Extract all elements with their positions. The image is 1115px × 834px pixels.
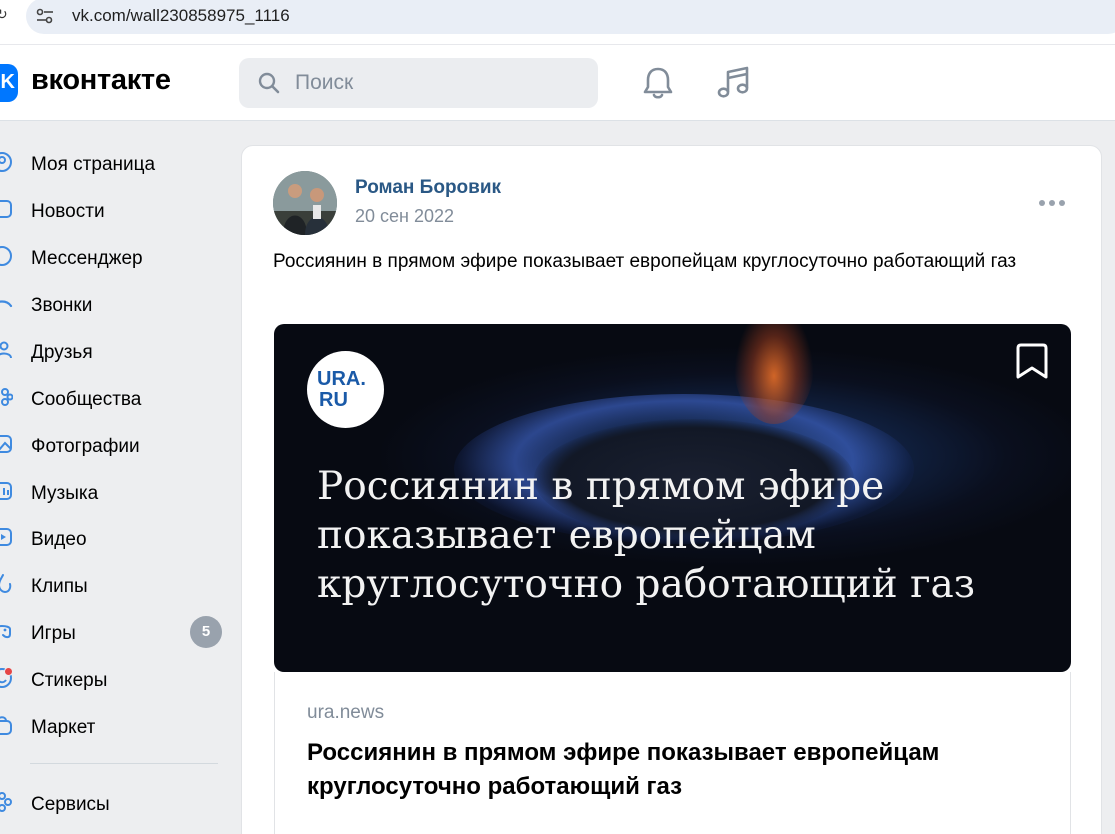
- sidebar-item-games[interactable]: Игры 5: [0, 612, 230, 648]
- services-icon: [0, 792, 12, 812]
- link-preview[interactable]: ura.news Россиянин в прямом эфире показы…: [274, 672, 1071, 834]
- browser-address-bar: ↻ vk.com/wall230858975_1116: [0, 0, 1115, 44]
- ura-ru-logo: URA. RU: [307, 351, 384, 428]
- sidebar-item-clips[interactable]: Клипы: [0, 565, 230, 601]
- sidebar-divider: [30, 763, 218, 764]
- clips-icon: [0, 574, 12, 594]
- message-icon: [0, 246, 12, 266]
- sidebar-item-label: Друзья: [31, 342, 93, 363]
- bookmark-icon[interactable]: [1015, 341, 1049, 381]
- search-icon: [258, 72, 280, 94]
- vk-logo-text[interactable]: вконтакте: [31, 64, 171, 97]
- sidebar-item-music[interactable]: Музыка: [0, 472, 230, 508]
- sidebar-item-label: Клипы: [31, 576, 88, 597]
- sidebar-item-label: Моя страница: [31, 154, 156, 175]
- market-icon: [0, 716, 12, 735]
- post-author-name[interactable]: Роман Боровик: [355, 177, 501, 199]
- games-count-badge: 5: [190, 616, 222, 648]
- vk-logo-mark: K: [0, 71, 15, 93]
- link-domain: ura.news: [307, 702, 385, 723]
- post-text: Россиянин в прямом эфире показывает евро…: [273, 251, 1017, 272]
- phone-icon: [0, 300, 13, 308]
- friends-icon: [0, 341, 12, 359]
- sidebar-item-friends[interactable]: Друзья: [0, 331, 230, 367]
- sidebar-item-label: Стикеры: [31, 670, 108, 691]
- link-title[interactable]: Россиянин в прямом эфире показывает евро…: [307, 736, 1047, 804]
- site-header: K вконтакте Поиск: [0, 44, 1115, 121]
- reload-icon[interactable]: ↻: [0, 6, 8, 23]
- search-placeholder: Поиск: [295, 71, 354, 94]
- sidebar-item-label: Музыка: [31, 483, 99, 504]
- sidebar-item-label: Сообщества: [31, 389, 142, 410]
- media-headline: Россиянин в прямом эфире показывает евро…: [317, 464, 976, 607]
- photo-icon: [0, 435, 12, 453]
- sidebar-item-label: Фотографии: [31, 436, 140, 457]
- user-icon: [0, 152, 12, 172]
- author-avatar[interactable]: [273, 171, 337, 235]
- music-icon: [0, 482, 12, 500]
- sidebar-item-video[interactable]: Видео: [0, 518, 230, 554]
- sidebar-item-label: Маркет: [31, 717, 96, 738]
- sidebar-item-label: Новости: [31, 201, 105, 222]
- games-icon: [0, 625, 11, 639]
- sidebar-item-communities[interactable]: Сообщества: [0, 378, 230, 414]
- post-date[interactable]: 20 сен 2022: [355, 206, 454, 227]
- news-icon: [0, 200, 12, 218]
- url-text[interactable]: vk.com/wall230858975_1116: [72, 6, 290, 26]
- vk-logo-icon[interactable]: K: [0, 64, 18, 102]
- ura-logo-line1: URA.: [317, 368, 366, 390]
- sidebar-item-label: Игры: [31, 623, 76, 644]
- sidebar-item-news[interactable]: Новости: [0, 190, 230, 226]
- sidebar-item-stickers[interactable]: Стикеры: [0, 659, 230, 695]
- search-input[interactable]: Поиск: [239, 58, 598, 108]
- sidebar-item-market[interactable]: Маркет: [0, 706, 230, 742]
- bell-icon[interactable]: [641, 65, 675, 101]
- video-icon: [0, 528, 12, 546]
- more-options-icon[interactable]: [1038, 198, 1066, 208]
- sidebar-item-my-page[interactable]: Моя страница: [0, 143, 230, 179]
- url-field[interactable]: vk.com/wall230858975_1116: [26, 0, 1115, 34]
- sidebar-item-label: Мессенджер: [31, 248, 143, 269]
- communities-icon: [1, 388, 13, 406]
- sidebar-item-label: Звонки: [31, 295, 93, 316]
- sidebar-item-messenger[interactable]: Мессенджер: [0, 237, 230, 273]
- avatar-photo: [273, 171, 337, 235]
- site-settings-icon[interactable]: [36, 8, 54, 24]
- ura-logo-line2: RU: [319, 389, 348, 411]
- post-media-image[interactable]: URA. RU Россиянин в прямом эфире показыв…: [274, 324, 1071, 672]
- sidebar-item-label: Видео: [31, 529, 87, 550]
- sidebar-item-services[interactable]: Сервисы: [0, 783, 230, 819]
- sidebar-item-label: Сервисы: [31, 794, 110, 815]
- music-icon[interactable]: [715, 65, 751, 101]
- wall-post: Роман Боровик 20 сен 2022 Россиянин в пр…: [241, 145, 1102, 834]
- sidebar-item-calls[interactable]: Звонки: [0, 284, 230, 320]
- stickers-notification-dot: [4, 667, 13, 676]
- sidebar-item-photos[interactable]: Фотографии: [0, 425, 230, 461]
